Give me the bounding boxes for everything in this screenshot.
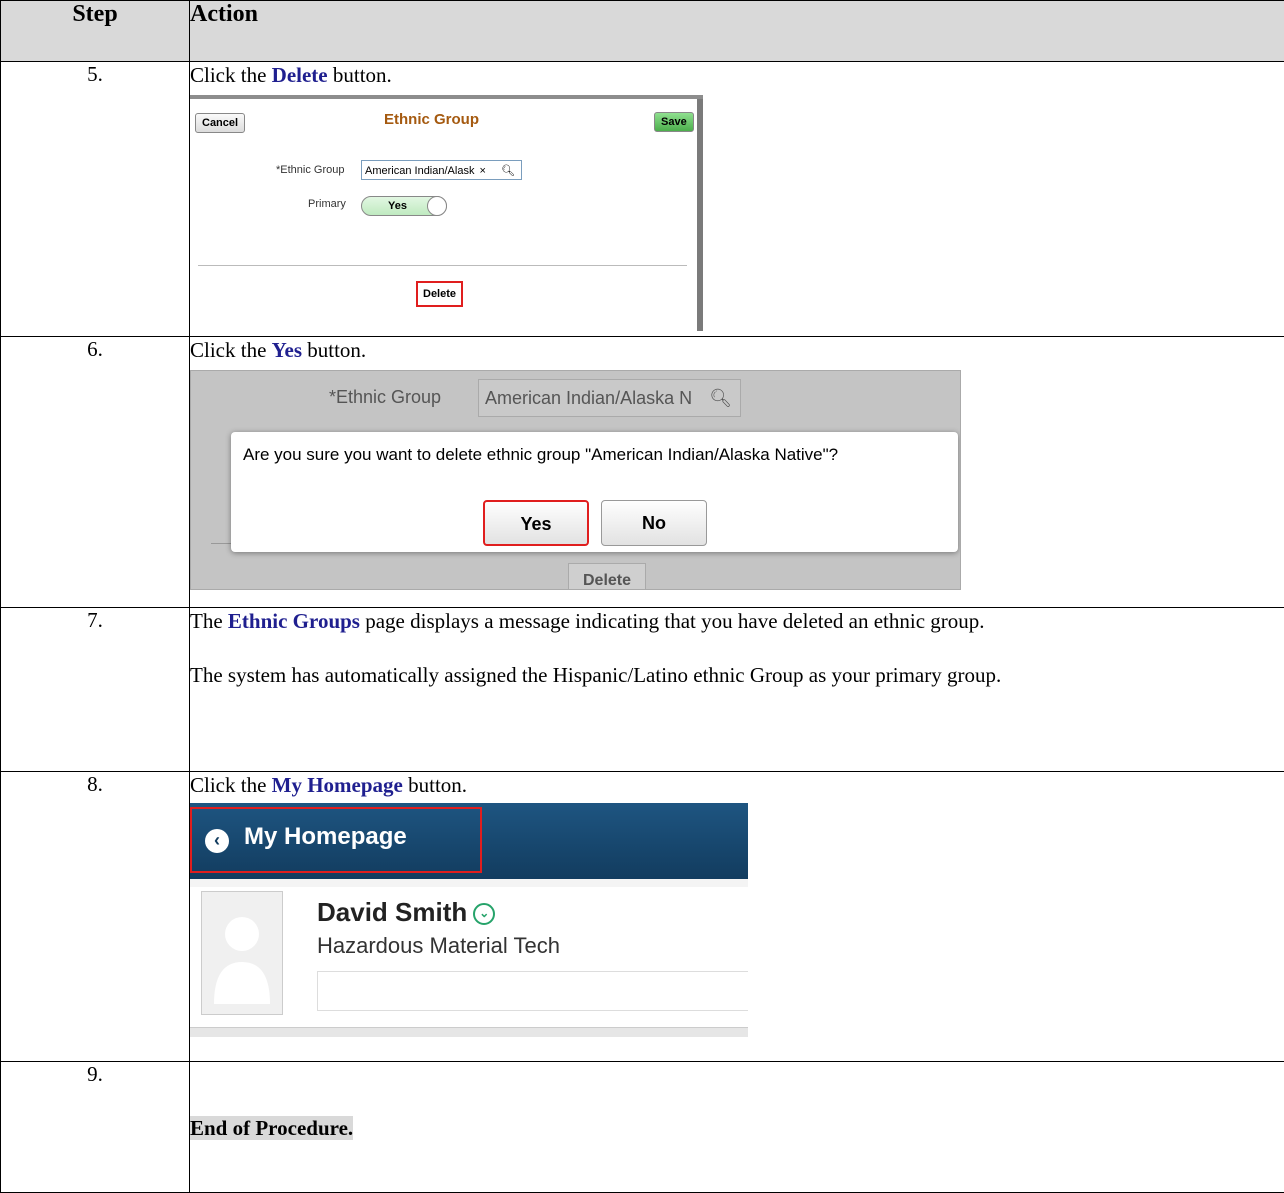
step-action: Click the Delete button. Cancel Ethnic G… (189, 61, 1284, 337)
step-number: 7. (0, 607, 190, 772)
toggle-knob (427, 196, 447, 216)
step-action: The Ethnic Groups page displays a messag… (189, 607, 1284, 772)
clear-icon[interactable]: × (480, 165, 486, 177)
step-action: End of Procedure. (189, 1061, 1284, 1193)
toggle-label: Yes (388, 200, 407, 212)
profile-job-title: Hazardous Material Tech (317, 933, 560, 958)
my-homepage-label: My Homepage (244, 823, 407, 850)
instruction: Click the Delete button. (190, 63, 392, 87)
ethnic-group-input[interactable]: American Indian/Alaska N 🔍︎ (478, 379, 741, 417)
step-row-5: 5. Click the Delete button. Cancel Ethni… (0, 61, 1284, 337)
instruction: The Ethnic Groups page displays a messag… (190, 609, 985, 633)
primary-toggle[interactable]: Yes (361, 196, 447, 216)
step-column-header: Step (0, 0, 190, 62)
instruction: Click the Yes button. (190, 338, 367, 362)
procedure-table: Step Action 5. Click the Delete button. … (0, 0, 1284, 1193)
scrollbar-edge (697, 99, 703, 331)
ethnic-group-label: *Ethnic Group (329, 387, 442, 407)
screenshot-ethnic-group-form: Cancel Ethnic Group Save *Ethnic Group A… (190, 95, 703, 331)
step-action: Click the Yes button. *Ethnic Group Amer… (189, 336, 1284, 608)
step-action: Click the My Homepage button. ‹ My Homep… (189, 771, 1284, 1062)
confirm-message: Are you sure you want to delete ethnic g… (243, 445, 839, 464)
avatar (201, 891, 283, 1015)
delete-button[interactable]: Delete (416, 281, 464, 307)
action-column-header: Action (189, 0, 1284, 62)
ethnic-group-input[interactable]: American Indian/Alask × 🔍︎ (361, 160, 522, 180)
primary-label: Primary (308, 198, 346, 210)
card-footer (190, 1027, 748, 1037)
divider (198, 265, 687, 266)
profile-name: David Smith ⌄ (317, 897, 496, 928)
save-button[interactable]: Save (654, 112, 694, 132)
screenshot-homepage: ‹ My Homepage David Smith ⌄ Hazardous Mat… (190, 803, 748, 1037)
chevron-left-icon: ‹ (205, 829, 229, 853)
instruction: Click the My Homepage button. (190, 773, 468, 797)
yes-button[interactable]: Yes (483, 500, 589, 546)
search-icon[interactable]: 🔍︎ (501, 161, 515, 181)
note: The system has automatically assigned th… (190, 663, 1002, 687)
cancel-button[interactable]: Cancel (195, 113, 246, 133)
screenshot-delete-confirm: *Ethnic Group American Indian/Alaska N 🔍… (190, 370, 961, 590)
keyword: Delete (271, 63, 328, 87)
keyword: Ethnic Groups (227, 609, 360, 633)
step-number: 8. (0, 771, 190, 1062)
person-icon (214, 917, 270, 1004)
my-homepage-button[interactable]: ‹ My Homepage (190, 807, 482, 873)
dialog-title: Ethnic Group (384, 111, 479, 128)
end-of-procedure: End of Procedure. (190, 1116, 354, 1140)
confirm-dialog: Are you sure you want to delete ethnic g… (231, 432, 958, 552)
divider (211, 543, 231, 544)
header-bar: ‹ My Homepage (190, 803, 748, 879)
step-number: 6. (0, 336, 190, 608)
delete-button[interactable]: Delete (568, 563, 646, 589)
step-row-9: 9. End of Procedure. (0, 1061, 1284, 1193)
keyword: Yes (271, 338, 302, 362)
step-number: 5. (0, 61, 190, 337)
header-row: Step Action (0, 0, 1284, 62)
step-row-8: 8. Click the My Homepage button. ‹ My Ho… (0, 771, 1284, 1062)
profile-extra-field (317, 971, 748, 1011)
profile-card: David Smith ⌄ Hazardous Material Tech (190, 887, 748, 1027)
ethnic-group-label: *Ethnic Group (276, 164, 345, 176)
step-row-6: 6. Click the Yes button. *Ethnic Group A… (0, 336, 1284, 608)
search-icon[interactable]: 🔍︎ (709, 380, 732, 416)
chevron-down-icon[interactable]: ⌄ (473, 903, 496, 926)
step-number: 9. (0, 1061, 190, 1193)
keyword: My Homepage (271, 773, 403, 797)
no-button[interactable]: No (601, 500, 707, 546)
step-row-7: 7. The Ethnic Groups page displays a mes… (0, 607, 1284, 772)
